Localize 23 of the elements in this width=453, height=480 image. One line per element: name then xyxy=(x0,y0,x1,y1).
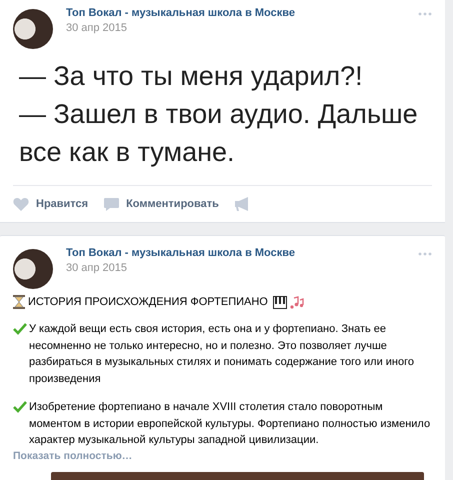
image-text: все как в тумане. xyxy=(19,136,236,169)
heart-icon xyxy=(13,197,29,211)
image-text: — За что ты меня ударил?! xyxy=(19,60,364,93)
post-text: Изобретение фортепиано в начале XVIII столетия стало поворотным моментом в истории европейской культуры. Фортепиано полностью изменило характер музыкальной культуры западной цивилизации. xyxy=(29,400,432,448)
image-text: — Зашел в твои аудио. Дальше xyxy=(19,98,419,131)
post-date[interactable]: 30 апр 2015 xyxy=(66,261,418,275)
avatar[interactable] xyxy=(13,249,53,289)
author-link[interactable]: Топ Вокал - музыкальная школа в Москве xyxy=(66,7,418,20)
music-notes-icon xyxy=(290,296,304,308)
post-date[interactable]: 30 апр 2015 xyxy=(66,21,418,35)
like-button[interactable]: Нравится xyxy=(13,197,88,211)
comment-button[interactable]: Комментировать xyxy=(104,198,219,210)
avatar[interactable] xyxy=(13,9,53,49)
hourglass-icon xyxy=(13,295,25,309)
piano-keys-icon xyxy=(272,296,287,308)
more-icon[interactable] xyxy=(418,12,432,16)
post-text: У каждой вещи есть своя история, есть она и у фортепиано. Знать ее несомненно не только интересно, но и полезно. Это позволяет лучше разбираться в музыкальных стилях и понимать содержание того или иного произведения xyxy=(29,322,416,386)
post-heading: ИСТОРИЯ ПРОИСХОЖДЕНИЯ ФОРТЕПИАНО xyxy=(28,296,268,308)
speech-bubble-icon xyxy=(104,198,120,210)
check-icon xyxy=(13,323,27,335)
check-icon xyxy=(13,401,27,413)
author-link[interactable]: Топ Вокал - музыкальная школа в Москве xyxy=(66,247,418,260)
more-icon[interactable] xyxy=(418,252,432,256)
